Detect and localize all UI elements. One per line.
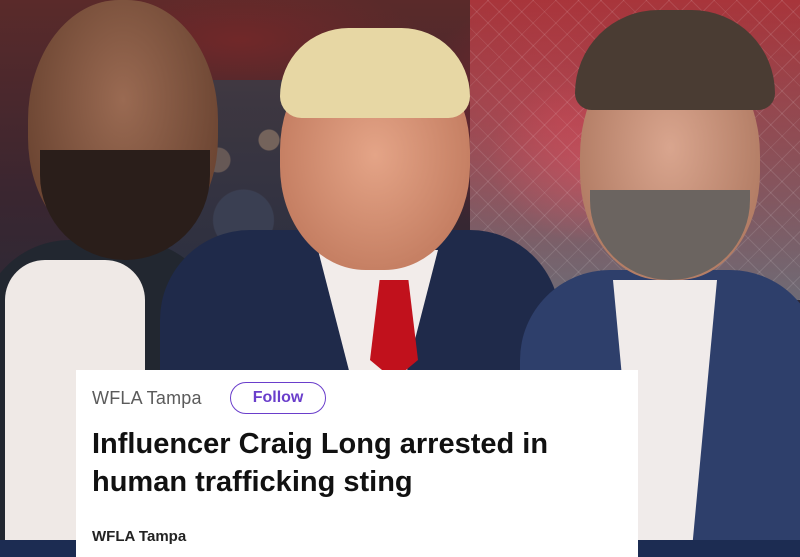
headline[interactable]: Influencer Craig Long arrested in human …: [92, 425, 632, 501]
follow-button[interactable]: Follow: [229, 382, 327, 414]
source-name[interactable]: WFLA Tampa: [92, 388, 202, 409]
screenshot-stage: WFLA Tampa Follow Influencer Craig Long …: [0, 0, 800, 557]
person-middle-hair: [280, 28, 470, 118]
byline[interactable]: WFLA Tampa: [92, 528, 186, 545]
news-post-card[interactable]: WFLA Tampa Follow Influencer Craig Long …: [76, 370, 638, 557]
card-header: WFLA Tampa Follow: [92, 382, 327, 414]
